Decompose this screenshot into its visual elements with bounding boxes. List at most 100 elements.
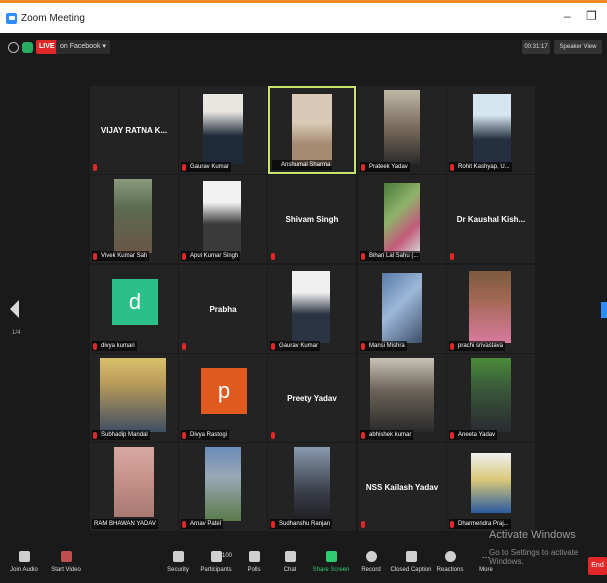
muted-mic-icon — [361, 521, 365, 528]
participant-video — [114, 447, 154, 517]
security-button[interactable]: Security — [158, 551, 198, 573]
meeting-timer: 00:31:17 — [522, 40, 550, 54]
muted-mic-icon — [93, 343, 97, 350]
polls-icon — [248, 551, 260, 562]
participant-tile[interactable]: abhishek kumar — [358, 354, 446, 442]
window-title: Zoom Meeting — [21, 12, 85, 24]
shield-icon[interactable] — [22, 42, 33, 53]
share-screen-button[interactable]: Share Screen — [311, 551, 351, 573]
start-video-button[interactable]: Start Video — [46, 551, 86, 573]
headphones-icon — [18, 551, 30, 562]
participant-name-label: Anshumal Sharma — [272, 160, 333, 170]
muted-mic-icon — [450, 432, 454, 439]
closed-caption-button[interactable]: Closed Caption — [390, 551, 432, 573]
zoom-logo-icon — [6, 12, 17, 24]
participant-tile[interactable]: Dharmendra Praj... — [447, 443, 535, 531]
participant-tile[interactable]: Apul Kumar Singh — [179, 175, 267, 263]
participant-tile[interactable]: Gaurav Kumar — [179, 86, 267, 174]
participant-tile[interactable]: Prateek Yadav — [358, 86, 446, 174]
participant-display-name: Shivam Singh — [285, 214, 339, 224]
facebook-stream-dropdown[interactable]: on Facebook ▾ — [56, 40, 110, 54]
participants-count: 100 — [222, 553, 233, 559]
participant-video — [471, 453, 511, 513]
muted-mic-icon — [450, 343, 454, 350]
participant-video — [469, 271, 511, 343]
participant-name-label: Aneeta Yadav — [449, 430, 498, 440]
participant-name-label: Mansi Mishra — [360, 341, 407, 351]
participant-avatar: d — [112, 279, 158, 325]
info-icon[interactable] — [8, 42, 19, 53]
participant-name-label: Vivek Kumar Sah — [92, 251, 150, 261]
participant-display-name: Prabha — [209, 304, 237, 314]
participant-tile[interactable]: Vivek Kumar Sah — [90, 175, 178, 263]
speaker-view-button[interactable]: Speaker View — [554, 40, 602, 54]
muted-mic-icon — [361, 343, 365, 350]
participant-name-label: Divya Rastogi — [181, 430, 230, 440]
participant-tile[interactable]: Dr Kaushal Kish... — [447, 175, 535, 263]
muted-mic-icon — [450, 164, 454, 171]
participant-tile[interactable]: Aneeta Yadav — [447, 354, 535, 442]
record-button[interactable]: Record — [351, 551, 391, 573]
activate-windows-title: Activate Windows — [489, 529, 576, 541]
participant-tile-active-speaker[interactable]: Anshumal Sharma — [268, 86, 356, 174]
participant-display-name: VIJAY RATNA K... — [100, 125, 168, 135]
participant-tile[interactable]: Gaurav Kumar — [268, 265, 356, 353]
muted-mic-icon — [271, 253, 275, 260]
page-indicator: 1/4 — [12, 330, 21, 336]
participant-video — [471, 358, 511, 432]
participant-tile[interactable]: Shivam Singh — [268, 175, 356, 263]
participant-tile[interactable]: Rohit Kashyap, U... — [447, 86, 535, 174]
chat-button[interactable]: Chat — [270, 551, 310, 573]
participant-video — [473, 94, 511, 164]
participants-icon — [210, 551, 222, 562]
participant-video — [205, 447, 241, 521]
minimize-button[interactable]: – — [564, 9, 571, 23]
restore-button[interactable]: ❐ — [586, 9, 597, 23]
participant-video — [294, 447, 330, 521]
muted-mic-icon — [361, 432, 365, 439]
participant-tile[interactable]: d divya kumari — [90, 265, 178, 353]
participant-tile[interactable]: Bihari Lal Sahu (... — [358, 175, 446, 263]
muted-mic-icon — [361, 253, 365, 260]
muted-mic-icon — [93, 164, 97, 171]
record-icon — [365, 551, 377, 562]
participant-name-label: Apul Kumar Singh — [181, 251, 241, 261]
polls-button[interactable]: Polls — [234, 551, 274, 573]
participant-display-name: NSS Kailash Yadav — [365, 482, 439, 492]
end-meeting-button[interactable]: End — [588, 557, 607, 575]
participant-video — [100, 358, 166, 432]
join-audio-button[interactable]: Join Audio — [4, 551, 44, 573]
muted-mic-icon — [93, 253, 97, 260]
participant-tile[interactable]: Mansi Mishra — [358, 265, 446, 353]
participant-name-label: abhishek kumar — [360, 430, 414, 440]
video-gallery: 1/4 VIJAY RATNA K... Gaurav Kumar Anshum… — [0, 61, 607, 547]
next-page-arrow-icon[interactable] — [601, 302, 607, 318]
participant-video — [384, 90, 420, 164]
shield-icon — [172, 551, 184, 562]
participant-tile[interactable]: RAM BHAWAN YADAV — [90, 443, 178, 531]
participant-tile[interactable]: p Divya Rastogi — [179, 354, 267, 442]
participant-name-label: Dharmendra Praj... — [449, 519, 511, 529]
chat-icon — [284, 551, 296, 562]
participant-tile[interactable]: prachi srivastava — [447, 265, 535, 353]
participant-tile[interactable]: Preety Yadav — [268, 354, 356, 442]
participant-tile[interactable]: Sudhanshu Ranjan — [268, 443, 356, 531]
participant-name-label: Subhadip Mandal — [92, 430, 150, 440]
participant-name-label: divya kumari — [92, 341, 137, 351]
participant-tile[interactable]: Arnav Patel — [179, 443, 267, 531]
meeting-topbar: LIVE on Facebook ▾ 00:31:17 Speaker View — [0, 33, 607, 61]
live-badge[interactable]: LIVE — [36, 40, 58, 54]
participant-tile[interactable]: NSS Kailash Yadav — [358, 443, 446, 531]
participant-video — [203, 94, 243, 164]
muted-mic-icon — [93, 432, 97, 439]
participant-name-label: RAM BHAWAN YADAV — [92, 519, 158, 529]
participant-tile[interactable]: Subhadip Mandal — [90, 354, 178, 442]
reactions-button[interactable]: Reactions — [430, 551, 470, 573]
participant-tile[interactable]: Prabha — [179, 265, 267, 353]
reactions-icon — [444, 551, 456, 562]
participant-tile[interactable]: VIJAY RATNA K... — [90, 86, 178, 174]
muted-mic-icon — [450, 253, 454, 260]
participant-name-label: Arnav Patel — [181, 519, 224, 529]
muted-mic-icon — [450, 521, 454, 528]
previous-page-arrow-icon[interactable] — [10, 300, 19, 318]
